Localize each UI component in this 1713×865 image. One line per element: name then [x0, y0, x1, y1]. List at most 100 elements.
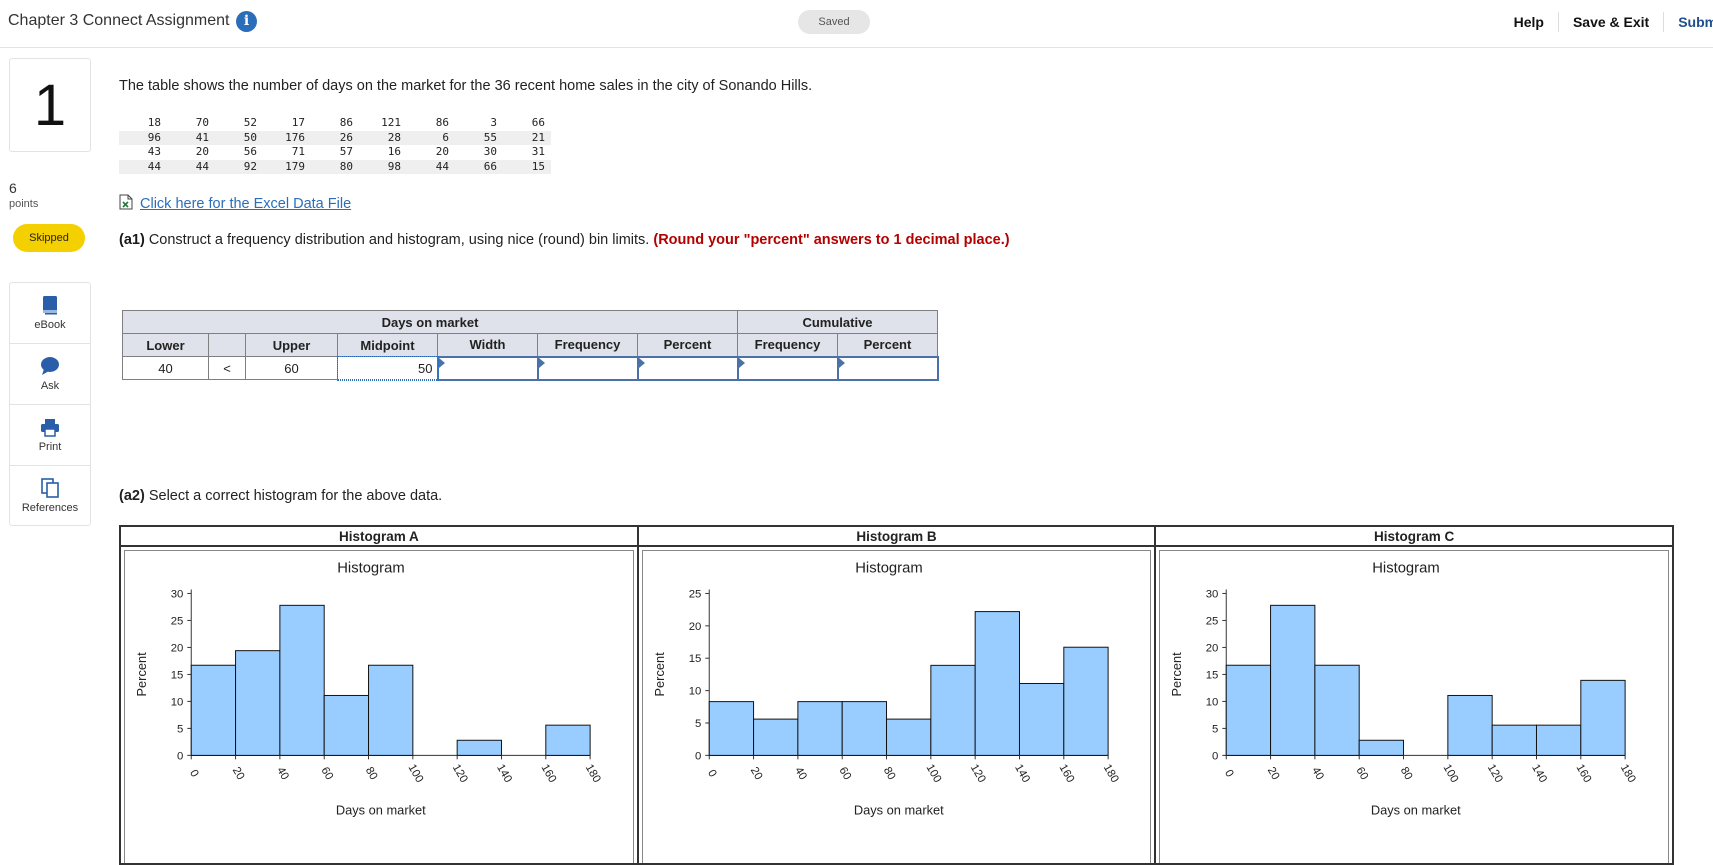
x-tick-label: 40 [274, 765, 291, 782]
x-tick-label: 160 [1056, 762, 1076, 784]
part-a1-instructions: (a1) Construct a frequency distribution … [119, 231, 1019, 250]
skipped-status-badge: Skipped [13, 224, 85, 252]
excel-data-link[interactable]: Click here for the Excel Data File [119, 194, 351, 212]
frequency-input[interactable] [536, 355, 639, 381]
histogram-bar [1314, 664, 1361, 756]
x-tick-label: 0 [1222, 768, 1236, 779]
part-a2-text: Select a correct histogram for the above… [148, 488, 443, 504]
print-button[interactable]: Print [10, 405, 90, 466]
top-bar: Chapter 3 Connect Assignment i Saved Hel… [0, 0, 1713, 48]
data-table: 18 70 52 17 86 121 86 3 66 96 41 50 176 26 28 6 55 21 43 20… [119, 116, 551, 174]
histogram-bar [1536, 724, 1582, 756]
x-tick-label: 140 [1012, 762, 1032, 784]
y-tick-label: 0 [177, 750, 183, 762]
histogram-bar [1226, 664, 1272, 756]
x-tick-label: 60 [318, 765, 335, 782]
data-row: 43 20 56 71 57 16 20 30 31 [119, 145, 551, 160]
save-exit-button[interactable]: Save & Exit [1559, 12, 1665, 32]
cum-percent-input[interactable] [836, 355, 939, 381]
y-tick-label: 10 [171, 696, 184, 708]
percent-input[interactable] [636, 355, 739, 381]
points-value: 6 [9, 180, 17, 196]
histogram-c-option[interactable]: Histogram C Histogram 0 5 10 15 20 25 30 0 20 40 60… [1156, 527, 1673, 863]
histogram-bar [323, 694, 370, 756]
data-row: 44 44 92 179 80 98 44 66 15 [119, 159, 551, 174]
x-tick-label: 80 [880, 765, 897, 782]
cum-frequency-input[interactable] [736, 355, 839, 381]
lower-value: 40 [122, 356, 209, 380]
y-axis-label: Percent [1169, 652, 1184, 697]
x-tick-label: 180 [1618, 762, 1638, 784]
data-cell: 92 [215, 159, 263, 174]
col-frequency: Frequency [537, 333, 638, 357]
width-input[interactable] [436, 355, 539, 381]
col-cum-percent: Percent [837, 333, 938, 357]
x-tick-label: 80 [1398, 765, 1415, 782]
frequency-table: Days on market Cumulative Lower Upper Mi… [122, 310, 939, 381]
histogram-b-chart: Histogram 0 5 10 15 20 25 0 20 40 60 80 100 120 140 160… [651, 561, 1120, 818]
histogram-b-header: Histogram B [638, 527, 1155, 547]
x-tick-label: 180 [583, 762, 603, 784]
histogram-bar [1447, 694, 1494, 756]
histogram-bar [841, 701, 887, 756]
histogram-a-header: Histogram A [121, 527, 637, 547]
references-label: References [21, 502, 79, 514]
y-axis-label: Percent [651, 652, 666, 697]
x-tick-label: 100 [923, 762, 943, 784]
book-icon [43, 296, 57, 315]
histogram-bar [1359, 739, 1405, 756]
chart-title: Histogram [337, 561, 404, 577]
data-row: 96 41 50 176 26 28 6 55 21 [119, 130, 551, 145]
x-tick-label: 40 [792, 765, 809, 782]
histogram-b-option[interactable]: Histogram B Histogram 0 5 10 15 20 25 0 20 40 60 80… [638, 527, 1157, 863]
x-axis-label: Days on market [854, 803, 944, 818]
info-icon[interactable]: i [236, 11, 257, 32]
ask-button[interactable]: Ask [10, 344, 90, 405]
data-cell: 71 [263, 145, 311, 160]
y-tick-label: 20 [688, 621, 701, 633]
references-button[interactable]: References [10, 466, 90, 527]
y-tick-label: 10 [1206, 696, 1219, 708]
y-tick-label: 10 [688, 686, 701, 698]
data-cell: 56 [215, 145, 263, 160]
submit-button[interactable]: Submi [1664, 12, 1713, 32]
histogram-bar [752, 718, 799, 756]
data-cell: 50 [215, 130, 263, 145]
y-tick-label: 30 [1206, 588, 1219, 600]
histogram-bar [1018, 682, 1064, 756]
data-cell: 41 [167, 130, 215, 145]
y-tick-label: 30 [171, 588, 184, 600]
x-axis-label: Days on market [1371, 803, 1461, 818]
histogram-bar [930, 664, 976, 756]
histogram-choices: Histogram A Histogram 0 5 10 15 20 25 30 0 20 40 60… [119, 525, 1674, 865]
data-cell: 17 [263, 116, 311, 131]
ask-label: Ask [40, 380, 60, 392]
histogram-bar [1580, 679, 1626, 756]
ebook-button[interactable]: eBook [10, 283, 90, 344]
histogram-a-option[interactable]: Histogram A Histogram 0 5 10 15 20 25 30 0 20 40 60… [121, 527, 639, 863]
data-cell: 44 [407, 159, 455, 174]
copy-pages-icon [41, 478, 59, 498]
x-tick-label: 80 [363, 765, 380, 782]
saved-status-badge: Saved [798, 10, 870, 34]
print-label: Print [38, 441, 62, 453]
histogram-bar [279, 604, 325, 756]
question-number: 1 [9, 58, 91, 152]
y-tick-label: 0 [695, 750, 701, 762]
y-tick-label: 25 [1206, 615, 1219, 627]
part-a1-text: Construct a frequency distribution and h… [148, 232, 650, 248]
midpoint-input[interactable]: 50 [336, 355, 439, 381]
data-cell: 16 [359, 145, 407, 160]
data-cell: 66 [503, 116, 551, 131]
data-cell: 55 [455, 130, 503, 145]
data-cell: 28 [359, 130, 407, 145]
col-upper: Upper [245, 333, 338, 357]
y-tick-label: 15 [171, 669, 184, 681]
help-button[interactable]: Help [1500, 12, 1559, 32]
y-tick-label: 15 [688, 653, 701, 665]
histogram-bar [1492, 724, 1538, 756]
x-tick-label: 160 [538, 762, 558, 784]
part-a1-label: (a1) [119, 232, 145, 248]
x-tick-label: 20 [1265, 765, 1282, 782]
data-cell: 31 [503, 145, 551, 160]
